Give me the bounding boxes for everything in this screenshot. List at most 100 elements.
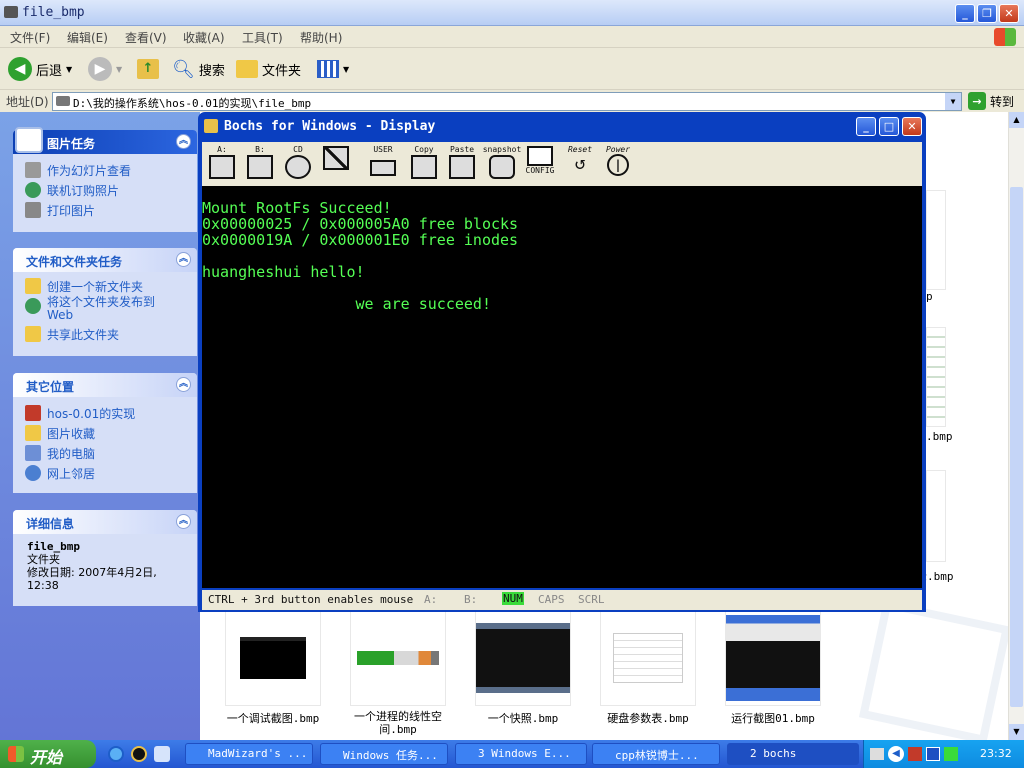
tool-label: CD (293, 145, 303, 154)
mouse-toggle-button[interactable] (320, 145, 352, 183)
bochs-minimize-button[interactable]: _ (856, 117, 876, 136)
snapshot-button[interactable]: snapshot (483, 145, 521, 183)
task-cpp-pdf[interactable]: cpp林锐博士... (592, 743, 720, 765)
close-button[interactable]: ✕ (999, 4, 1019, 23)
search-label: 搜索 (198, 63, 225, 79)
file-item[interactable]: 运行截图01.bmp (725, 610, 821, 735)
config-button[interactable]: CONFIG (524, 145, 556, 183)
tray-app-icon[interactable] (944, 747, 958, 761)
explorer-title-bar[interactable]: file_bmp _ ❐ ✕ (0, 0, 1024, 26)
bochs-console[interactable]: Mount RootFs Succeed! 0x00000025 / 0x0000… (202, 186, 922, 588)
place-my-computer[interactable]: 我的电脑 (13, 443, 197, 463)
menu-file[interactable]: 文件(F) (10, 29, 50, 46)
views-button[interactable]: ▼ (317, 56, 349, 82)
collapse-icon[interactable]: ︽ (176, 252, 191, 267)
maximize-button[interactable]: ❐ (977, 4, 997, 23)
quick-launch-icon[interactable] (154, 746, 170, 762)
partial-thumbnail[interactable] (926, 327, 946, 427)
cdrom-button[interactable]: CD (282, 145, 314, 183)
forward-button[interactable]: ▶ ▼ (88, 56, 122, 82)
collapse-icon[interactable]: ︽ (176, 514, 191, 529)
copy-button[interactable]: Copy (408, 145, 440, 183)
menu-edit[interactable]: 编辑(E) (67, 29, 108, 46)
file-item[interactable]: 硬盘参数表.bmp (600, 610, 696, 735)
tray-app-icon[interactable] (926, 747, 940, 761)
menu-favorites[interactable]: 收藏(A) (183, 29, 225, 46)
back-arrow-icon: ◀ (8, 57, 32, 81)
file-thumbnail (350, 610, 446, 706)
tool-label: B: (255, 145, 265, 154)
search-button[interactable]: 🔍︎ 搜索 (172, 56, 225, 82)
file-item[interactable]: 一个快照.bmp (475, 610, 571, 735)
show-hidden-icons-button[interactable]: ◀ (888, 746, 904, 762)
tool-label: A: (217, 145, 227, 154)
camera-icon (489, 155, 515, 179)
ie-icon[interactable] (108, 746, 124, 762)
bochs-window[interactable]: Bochs for Windows - Display _ □ ✕ A: B: … (198, 112, 926, 612)
standard-toolbar: ◀ 后退 ▼ ▶ ▼ ↑ 🔍︎ 搜索 文件夹 ▼ (0, 48, 1024, 90)
bochs-status-bar: CTRL + 3rd button enables mouse A: B: NU… (202, 590, 922, 610)
scroll-thumb[interactable] (1010, 187, 1023, 707)
scroll-up-button[interactable]: ▲ (1009, 112, 1024, 128)
address-bar: 地址(D) D:\我的操作系统\hos-0.01的实现\file_bmp ▼ →… (0, 90, 1024, 112)
power-button[interactable]: Power | (600, 145, 636, 183)
task-print[interactable]: 打印图片 (13, 200, 197, 220)
details-header[interactable]: 详细信息 ︽ (13, 510, 197, 534)
minimize-button[interactable]: _ (955, 4, 975, 23)
task-new-folder[interactable]: 创建一个新文件夹 (13, 276, 197, 296)
task-order-prints[interactable]: 联机订购照片 (13, 180, 197, 200)
paste-button[interactable]: Paste (446, 145, 478, 183)
menu-view[interactable]: 查看(V) (125, 29, 167, 46)
bochs-close-button[interactable]: ✕ (902, 117, 922, 136)
file-tasks-header[interactable]: 文件和文件夹任务 ︽ (13, 248, 197, 272)
clock[interactable]: 23:32 (980, 747, 1012, 760)
task-madwizard[interactable]: MadWizard's ... (185, 743, 313, 765)
go-button[interactable]: → 转到 (968, 92, 1014, 110)
keyboard-tray-icon[interactable] (870, 748, 884, 760)
go-label: 转到 (990, 94, 1015, 109)
tray-app-icon[interactable] (908, 747, 922, 761)
bochs-toolbar: A: B: CD USER Copy Paste snapshot CONFIG… (202, 142, 922, 186)
scroll-down-button[interactable]: ▼ (1009, 724, 1024, 740)
task-explorer-group[interactable]: 3 Windows E... (455, 743, 587, 765)
bochs-maximize-button[interactable]: □ (879, 117, 899, 136)
file-item[interactable]: 一个进程的线性空间.bmp (350, 610, 446, 736)
partial-caption: p (926, 290, 933, 303)
address-dropdown-button[interactable]: ▼ (945, 93, 961, 110)
folders-button[interactable]: 文件夹 (236, 56, 301, 82)
task-share-folder[interactable]: 共享此文件夹 (13, 324, 197, 344)
place-network[interactable]: 网上邻居 (13, 463, 197, 483)
place-my-pictures[interactable]: 图片收藏 (13, 423, 197, 443)
partial-thumbnail[interactable] (926, 470, 946, 562)
task-windows-task[interactable]: Windows 任务... (320, 743, 448, 765)
collapse-icon[interactable]: ︽ (176, 377, 191, 392)
vertical-scrollbar[interactable]: ▲ ▼ (1008, 112, 1024, 740)
keyboard-icon (370, 160, 396, 176)
task-slideshow[interactable]: 作为幻灯片查看 (13, 160, 197, 180)
start-button[interactable]: 开始 (0, 740, 96, 768)
go-arrow-icon: → (968, 92, 986, 110)
file-item[interactable]: 一个调试截图.bmp (225, 610, 321, 735)
place-hos-folder[interactable]: hos-0.01的实现 (13, 403, 197, 423)
drive-icon (56, 96, 70, 106)
reset-button[interactable]: Reset ↺ (562, 145, 598, 183)
windows-logo-icon (8, 746, 24, 762)
menu-help[interactable]: 帮助(H) (300, 29, 342, 46)
partial-thumbnail[interactable] (926, 190, 946, 290)
menu-tools[interactable]: 工具(T) (242, 29, 283, 46)
taskbar: 开始 MadWizard's ... Windows 任务... 3 Windo… (0, 740, 1024, 768)
floppy-a-button[interactable]: A: (206, 145, 238, 183)
chevron-down-icon: ▼ (116, 64, 123, 74)
collapse-icon[interactable]: ︽ (176, 134, 191, 149)
qq-icon[interactable] (131, 746, 147, 762)
floppy-b-button[interactable]: B: (244, 145, 276, 183)
task-publish-web[interactable]: 将这个文件夹发布到Web (13, 296, 197, 324)
back-button[interactable]: ◀ 后退 ▼ (8, 56, 72, 82)
address-input[interactable]: D:\我的操作系统\hos-0.01的实现\file_bmp ▼ (52, 92, 962, 111)
task-label: hos-0.01的实现 (47, 406, 136, 421)
other-places-header[interactable]: 其它位置 ︽ (13, 373, 197, 397)
user-button[interactable]: USER (366, 145, 400, 183)
up-folder-button[interactable]: ↑ (137, 56, 159, 82)
picture-tasks-header[interactable]: 图片任务 ︽ (13, 127, 197, 154)
task-bochs-group[interactable]: 2 bochs (727, 743, 859, 765)
